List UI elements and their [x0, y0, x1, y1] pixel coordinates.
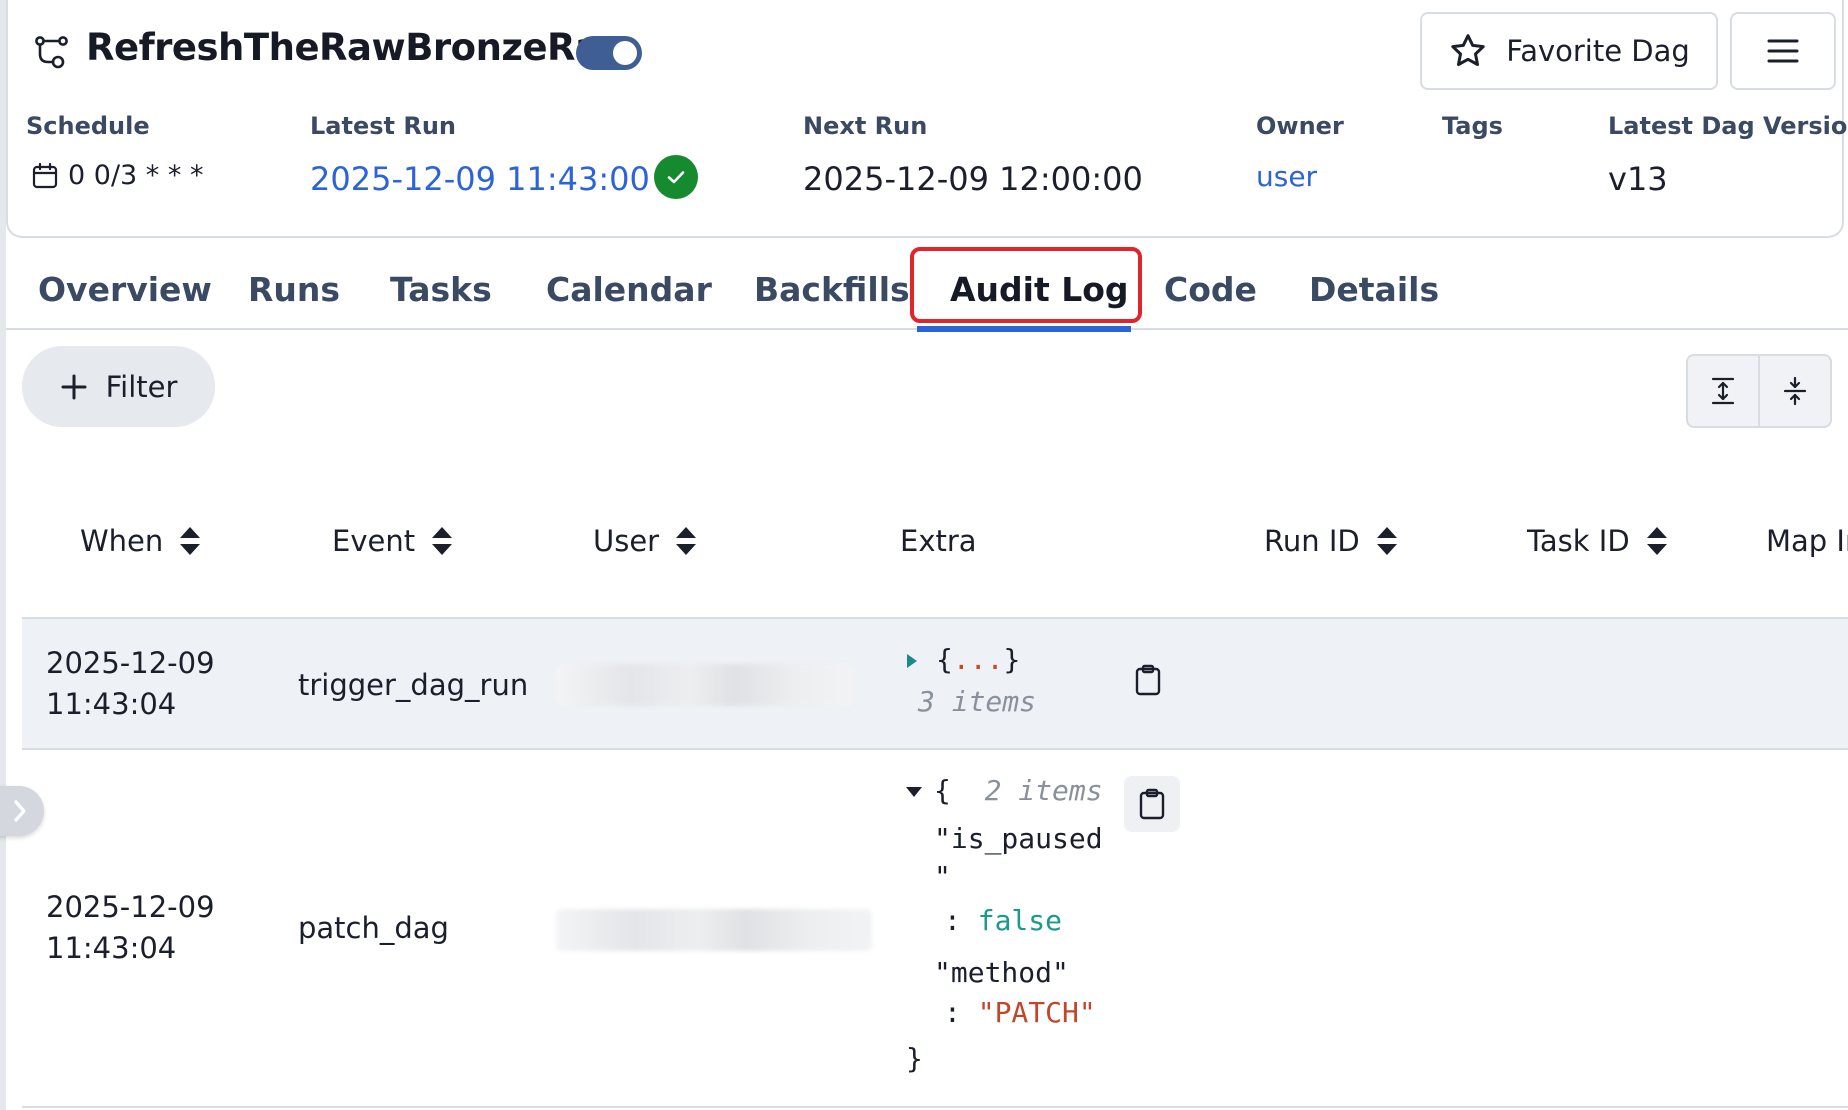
schedule-cron: 0 0/3 * * *	[68, 160, 204, 191]
json-open-brace: {	[934, 774, 951, 807]
json-colon: :	[944, 996, 961, 1029]
tab-calendar[interactable]: Calendar	[546, 270, 712, 309]
column-when-label: When	[80, 524, 164, 558]
filter-label: Filter	[105, 369, 178, 404]
tab-code[interactable]: Code	[1164, 270, 1257, 309]
next-run-label: Next Run	[803, 112, 928, 140]
row-density-toggle	[1686, 354, 1832, 428]
sort-icon	[676, 527, 697, 555]
success-status-icon	[654, 155, 698, 199]
column-header-map-index[interactable]: Map In	[1766, 524, 1848, 558]
tab-runs[interactable]: Runs	[248, 270, 340, 309]
expand-caret-icon[interactable]	[904, 651, 920, 671]
collapse-rows-button[interactable]	[1758, 356, 1830, 426]
json-open-line: { 2 items	[934, 774, 1103, 807]
json-collapsed[interactable]: {...}	[936, 643, 1020, 676]
json-colon: :	[944, 904, 961, 937]
latest-dag-version-value: v13	[1608, 160, 1668, 198]
tab-overview[interactable]: Overview	[38, 270, 212, 309]
row-event: trigger_dag_run	[298, 668, 529, 702]
expand-rows-button[interactable]	[1688, 356, 1758, 426]
column-header-event[interactable]: Event	[332, 524, 453, 558]
json-false: false	[977, 904, 1063, 937]
json-patch-string: "PATCH"	[977, 996, 1096, 1029]
hamburger-menu-icon	[1767, 39, 1799, 63]
sort-icon	[180, 527, 201, 555]
clipboard-icon	[1139, 788, 1165, 820]
latest-dag-version-label: Latest Dag Version	[1608, 112, 1848, 140]
json-open-brace: {	[936, 643, 953, 676]
schedule-value: 0 0/3 * * *	[32, 160, 203, 191]
json-value-false: : false	[944, 904, 1062, 937]
schedule-label: Schedule	[26, 112, 150, 140]
audit-log-highlight-box	[910, 247, 1142, 323]
dag-icon	[35, 36, 68, 69]
json-close-brace: }	[1003, 643, 1021, 676]
row-when-time: 11:43:04	[46, 931, 177, 965]
chevron-right-icon	[14, 800, 26, 822]
favorite-dag-label: Favorite Dag	[1506, 34, 1690, 68]
sort-icon	[432, 527, 453, 555]
column-header-task-id[interactable]: Task ID	[1527, 524, 1668, 558]
row-divider	[22, 1106, 1848, 1108]
dag-pause-toggle[interactable]	[576, 36, 642, 70]
latest-run-label: Latest Run	[310, 112, 457, 140]
owner-label: Owner	[1256, 112, 1344, 140]
json-value-method: : "PATCH"	[944, 996, 1096, 1029]
plus-icon	[61, 374, 87, 399]
column-header-extra: Extra	[900, 524, 977, 558]
sidebar-expand-button[interactable]	[0, 786, 44, 836]
menu-button[interactable]	[1730, 12, 1836, 90]
json-item-count: 2 items	[984, 774, 1103, 807]
clipboard-icon	[1135, 664, 1161, 696]
row-when-date: 2025-12-09	[46, 890, 215, 924]
filter-button[interactable]: Filter	[22, 346, 215, 427]
column-user-label: User	[593, 524, 660, 558]
json-key-method: "method"	[934, 956, 1069, 989]
column-map-index-label: Map In	[1766, 524, 1848, 558]
json-key-is-paused-end: "	[934, 860, 951, 893]
active-tab-indicator	[917, 326, 1131, 332]
column-header-user[interactable]: User	[593, 524, 697, 558]
redacted-user	[556, 664, 854, 706]
column-run-id-label: Run ID	[1264, 524, 1360, 558]
latest-run-link[interactable]: 2025-12-09 11:43:00	[310, 160, 650, 198]
row-when-date: 2025-12-09	[46, 646, 215, 680]
star-icon	[1451, 34, 1485, 66]
owner-link[interactable]: user	[1256, 160, 1317, 193]
tab-details[interactable]: Details	[1309, 270, 1439, 309]
column-extra-label: Extra	[900, 524, 977, 558]
redacted-user	[556, 909, 872, 951]
json-ellipsis: ...	[952, 643, 1004, 676]
calendar-icon	[32, 162, 58, 188]
dag-header-card: RefreshTheRawBronzeRaw Favorite Dag Sche…	[6, 0, 1848, 238]
next-run-value: 2025-12-09 12:00:00	[803, 160, 1143, 198]
column-header-when[interactable]: When	[80, 524, 201, 558]
sort-icon	[1376, 527, 1397, 555]
json-key-is-paused: "is_paused	[934, 822, 1103, 855]
json-item-count: 3 items	[918, 685, 1037, 718]
tab-tasks[interactable]: Tasks	[390, 270, 492, 309]
collapse-vertical-icon	[1783, 376, 1807, 406]
tab-backfills[interactable]: Backfills	[754, 270, 910, 309]
tags-label: Tags	[1442, 112, 1503, 140]
expand-vertical-icon	[1711, 377, 1735, 405]
copy-json-button[interactable]	[1124, 776, 1180, 832]
column-event-label: Event	[332, 524, 416, 558]
favorite-dag-button[interactable]: Favorite Dag	[1420, 12, 1718, 90]
column-header-run-id[interactable]: Run ID	[1264, 524, 1398, 558]
dag-title: RefreshTheRawBronzeRaw	[86, 26, 634, 69]
row-event: patch_dag	[298, 911, 449, 945]
check-icon	[667, 171, 685, 184]
collapse-caret-icon[interactable]	[904, 784, 924, 800]
table-row: 2025-12-09 11:43:04 trigger_dag_run {...…	[22, 617, 1848, 750]
copy-json-button[interactable]	[1124, 655, 1172, 705]
json-close-brace: }	[906, 1042, 923, 1075]
row-when-time: 11:43:04	[46, 687, 177, 721]
toggle-knob	[613, 41, 637, 65]
column-task-id-label: Task ID	[1527, 524, 1630, 558]
sort-icon	[1646, 527, 1667, 555]
